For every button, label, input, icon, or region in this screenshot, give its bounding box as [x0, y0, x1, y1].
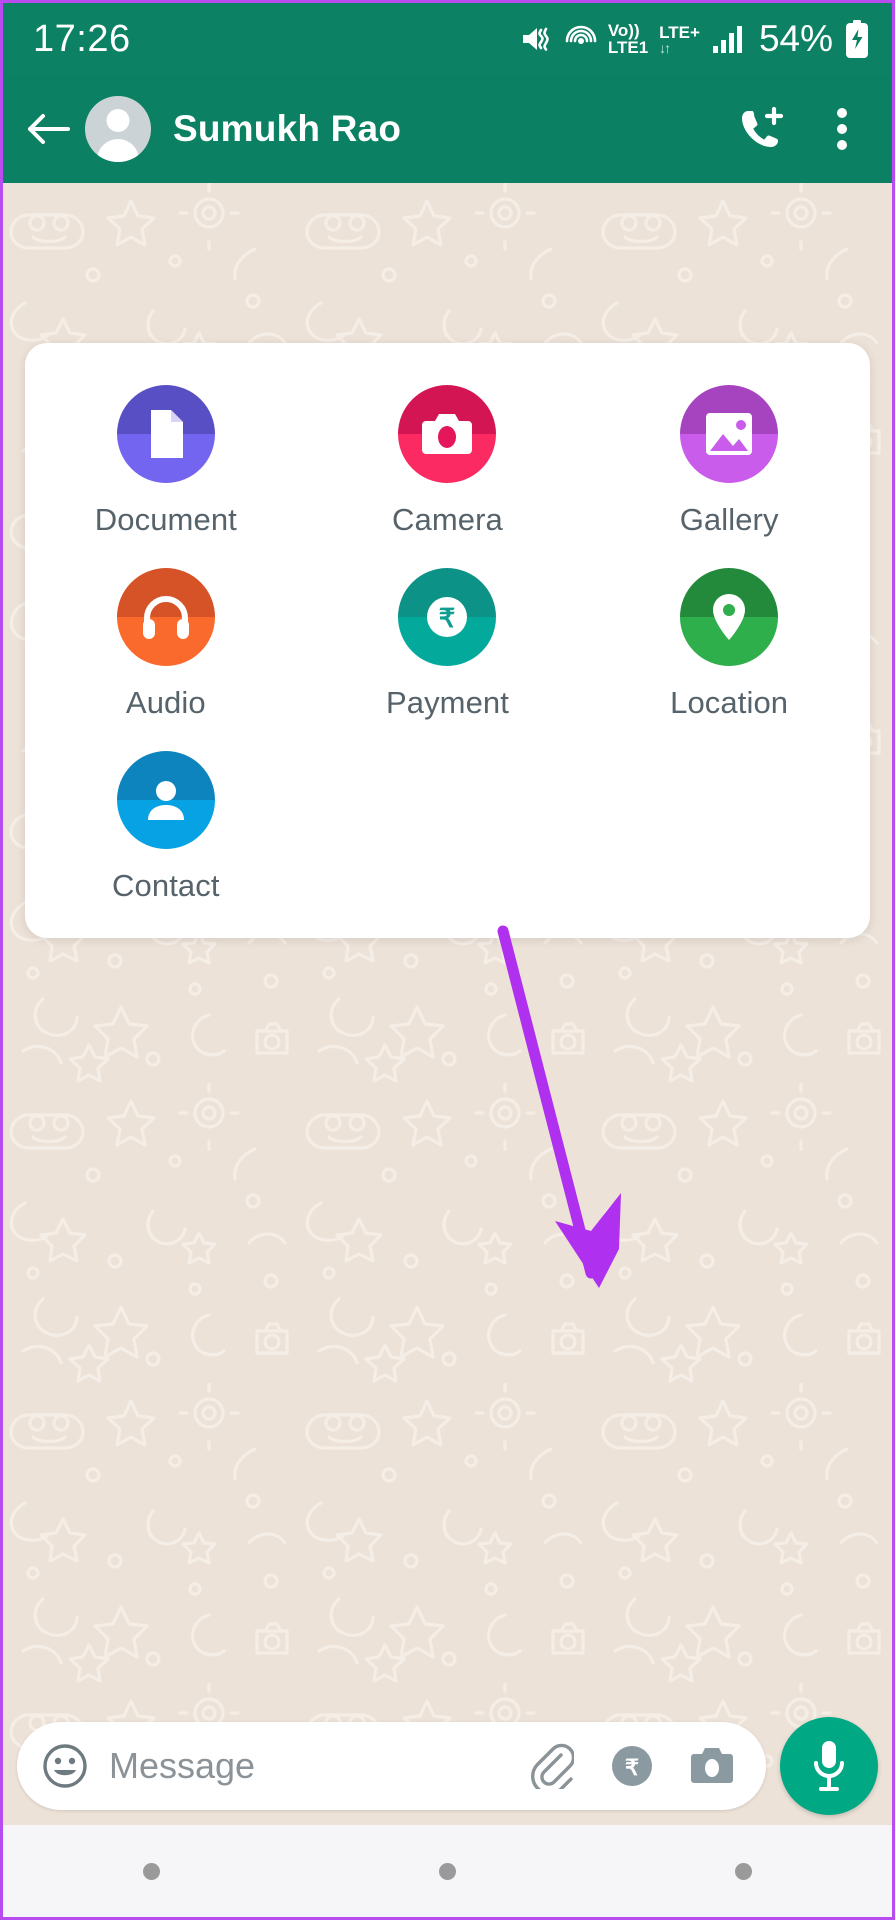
document-icon-circle	[116, 385, 215, 483]
attach-label: Gallery	[679, 502, 779, 537]
system-nav-bar	[3, 1825, 892, 1917]
attach-label: Location	[670, 685, 789, 720]
battery-percent-label: 54%	[758, 18, 833, 59]
person-icon	[147, 781, 184, 820]
emoji-icon[interactable]	[39, 1740, 91, 1792]
volte-icon: Vo)) LTE1	[608, 22, 648, 56]
status-icons: Vo)) LTE1 LTE+ ↓↑ 54%	[520, 18, 870, 60]
rupee-icon: ₹	[427, 597, 468, 637]
chat-area: Document Camera Gallery Audio ₹ Payment …	[3, 183, 892, 1825]
attach-option-contact[interactable]: Contact	[25, 751, 307, 904]
attach-label: Payment	[385, 685, 509, 720]
status-bar: 17:26 Vo)) LTE1 LTE+ ↓↑ 54%	[3, 3, 892, 75]
nav-recents-button[interactable]	[142, 1862, 160, 1880]
person-icon-circle	[116, 751, 215, 849]
microphone-button[interactable]	[780, 1717, 878, 1815]
attach-label: Audio	[125, 685, 206, 720]
attach-paperclip-icon[interactable]	[526, 1740, 578, 1792]
data-arrows-label: ↓↑	[659, 39, 671, 56]
avatar[interactable]	[85, 96, 151, 162]
camera-icon	[422, 414, 473, 454]
app-bar-actions	[732, 101, 870, 157]
svg-text:₹: ₹	[625, 1755, 639, 1780]
attach-option-payment[interactable]: ₹ Payment	[307, 568, 589, 721]
attach-label: Contact	[112, 868, 220, 903]
attach-option-camera[interactable]: Camera	[307, 385, 589, 538]
gallery-icon-circle	[680, 385, 779, 483]
lte-plus-icon: LTE+ ↓↑	[659, 24, 700, 55]
input-action-icons: ₹	[526, 1740, 738, 1792]
camera-icon-circle	[398, 385, 497, 483]
app-bar: Sumukh Rao	[3, 75, 892, 183]
back-button[interactable]	[17, 98, 79, 160]
message-input-pill[interactable]: Message ₹	[17, 1722, 766, 1810]
attachment-row: Audio ₹ Payment Location	[25, 568, 870, 721]
hotspot-icon	[565, 23, 597, 55]
gallery-icon	[706, 413, 753, 455]
headphones-icon-circle	[116, 568, 215, 666]
attachment-panel: Document Camera Gallery Audio ₹ Payment …	[25, 343, 870, 938]
attachment-row: Document Camera Gallery	[25, 385, 870, 538]
battery-charging-icon	[844, 20, 870, 58]
location-pin-icon	[713, 594, 746, 640]
attach-option-gallery[interactable]: Gallery	[588, 385, 870, 538]
attachment-row: Contact	[25, 751, 870, 904]
headphones-icon	[142, 596, 189, 639]
attach-option-location[interactable]: Location	[588, 568, 870, 721]
mute-vibrate-icon	[520, 24, 554, 54]
phone-screen: 17:26 Vo)) LTE1 LTE+ ↓↑ 54% Sumukh Rao D…	[0, 0, 895, 1920]
contact-name[interactable]: Sumukh Rao	[173, 108, 401, 150]
overflow-menu-icon[interactable]	[814, 101, 870, 157]
volte-line1: Vo))	[607, 21, 640, 40]
camera-icon[interactable]	[686, 1740, 738, 1792]
rupee-icon-circle: ₹	[398, 568, 497, 666]
attach-option-empty	[588, 751, 870, 904]
attach-label: Camera	[392, 502, 503, 537]
attach-option-audio[interactable]: Audio	[25, 568, 307, 721]
document-icon	[150, 410, 183, 458]
attach-label: Document	[94, 502, 237, 537]
message-input-bar: Message ₹	[3, 1707, 892, 1825]
network-type-label: LTE+	[659, 22, 700, 42]
nav-back-button[interactable]	[735, 1862, 753, 1880]
nav-home-button[interactable]	[438, 1862, 456, 1880]
attach-option-empty	[307, 751, 589, 904]
svg-text:₹: ₹	[439, 603, 456, 633]
message-input-placeholder[interactable]: Message	[109, 1745, 526, 1787]
payment-rupee-icon[interactable]: ₹	[606, 1740, 658, 1792]
status-clock: 17:26	[33, 17, 131, 60]
signal-bars-icon	[711, 24, 745, 54]
add-call-icon[interactable]	[732, 101, 788, 157]
volte-line2: LTE1	[607, 38, 649, 57]
attach-option-document[interactable]: Document	[25, 385, 307, 538]
location-pin-icon-circle	[680, 568, 779, 666]
